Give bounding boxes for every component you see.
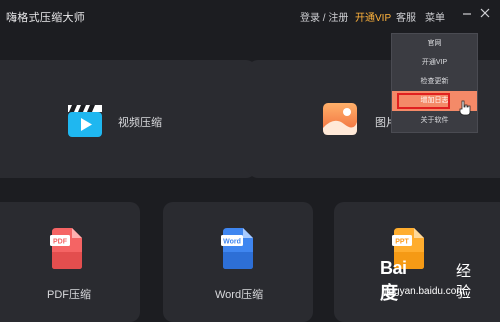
app-title: 嗨格式压缩大师 xyxy=(6,12,86,24)
minimize-icon[interactable] xyxy=(460,7,474,21)
close-icon[interactable] xyxy=(478,7,492,21)
video-compress-card[interactable]: 视频压缩 xyxy=(0,60,256,178)
baidu-logo: Bai度 xyxy=(380,258,407,303)
word-file-icon: Word xyxy=(221,226,255,275)
menu-button[interactable]: 菜单 xyxy=(425,9,445,24)
word-badge: Word xyxy=(223,239,241,246)
jingyan-url: jingyan.baidu.com xyxy=(384,286,465,297)
customer-service-link[interactable]: 客服 xyxy=(396,9,416,24)
video-compress-label: 视频压缩 xyxy=(118,117,162,129)
pdf-badge: PDF xyxy=(53,239,68,246)
ppt-badge: PPT xyxy=(395,239,409,246)
pdf-compress-card[interactable]: PDF PDF压缩 xyxy=(0,202,140,322)
menu-item-official-site[interactable]: 官网 xyxy=(392,34,477,54)
word-compress-card[interactable]: Word Word压缩 xyxy=(163,202,313,322)
pdf-file-icon: PDF xyxy=(50,226,84,275)
open-vip-link[interactable]: 开通VIP xyxy=(355,9,391,24)
title-bar: 嗨格式压缩大师 登录 / 注册 开通VIP 客服 菜单 xyxy=(0,0,500,32)
menu-item-check-update[interactable]: 检查更新 xyxy=(392,72,477,92)
login-register-link[interactable]: 登录 / 注册 xyxy=(300,9,348,24)
hand-cursor-icon xyxy=(459,100,471,121)
menu-item-open-vip[interactable]: 开通VIP xyxy=(392,53,477,73)
ppt-compress-card[interactable]: PPT xyxy=(334,202,500,322)
image-icon xyxy=(322,102,358,141)
pdf-compress-label: PDF压缩 xyxy=(47,289,91,301)
video-clapper-icon xyxy=(67,102,103,143)
highlight-box xyxy=(397,93,450,109)
word-compress-label: Word压缩 xyxy=(215,289,264,301)
